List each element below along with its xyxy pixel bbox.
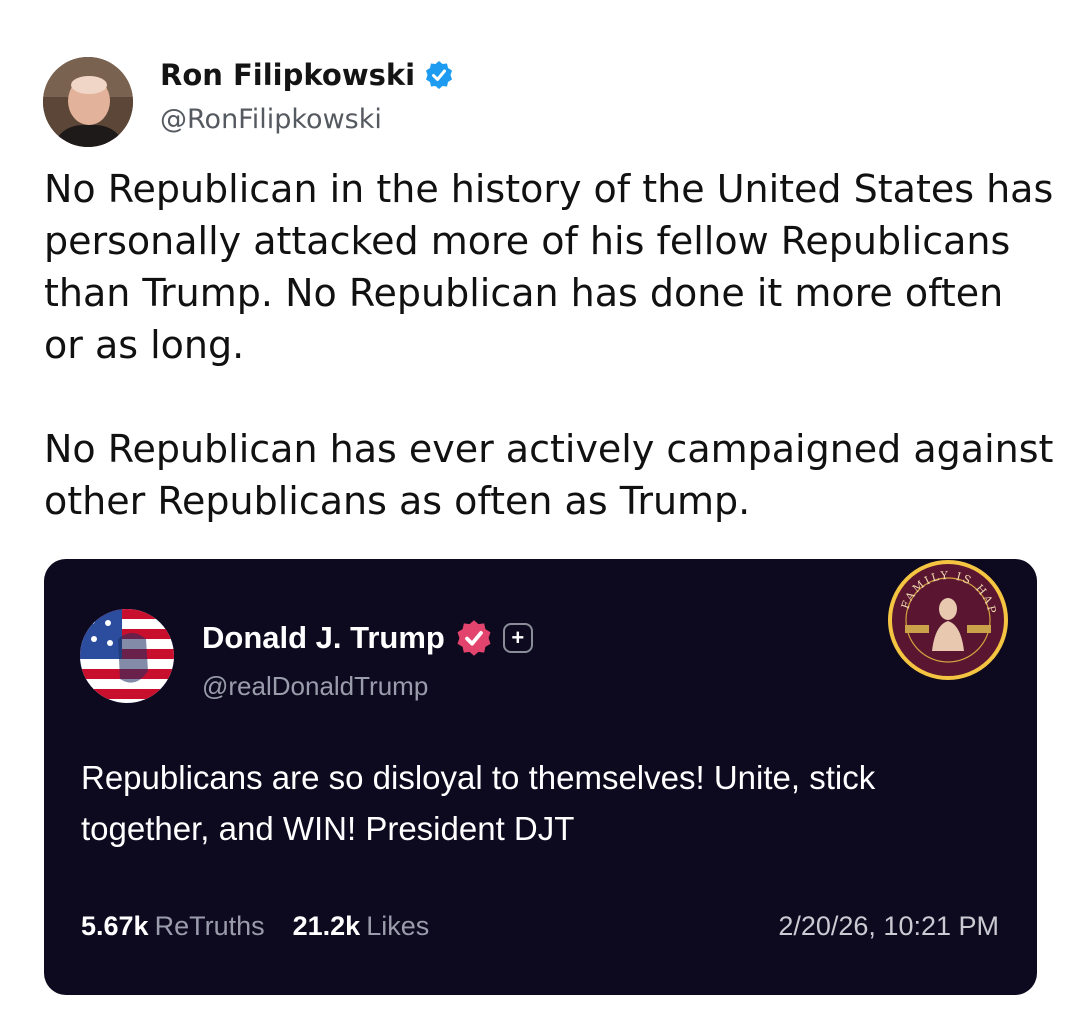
quoted-post-timestamp[interactable]: 2/20/26, 10:21 PM — [778, 911, 999, 942]
quoted-author-name-text: Donald J. Trump — [202, 620, 445, 655]
likes-stat[interactable]: 21.2k Likes — [293, 911, 430, 942]
retruths-count: 5.67k — [81, 911, 149, 941]
post-paragraph-1: No Republican in the history of the Unit… — [44, 167, 1054, 367]
retruths-stat[interactable]: 5.67k ReTruths — [81, 911, 265, 942]
verified-badge-icon — [455, 619, 493, 657]
quoted-post-stats: 5.67k ReTruths 21.2k Likes — [81, 911, 429, 942]
quoted-post-text: Republicans are so disloyal to themselve… — [81, 759, 876, 847]
likes-count: 21.2k — [292, 911, 361, 941]
likes-label: Likes — [366, 911, 430, 941]
watermark-logo: FAMILY IS HAPPY — [881, 549, 1009, 681]
author-avatar[interactable] — [43, 57, 133, 147]
quoted-author-handle[interactable]: @realDonaldTrump — [202, 671, 428, 702]
retruths-label: ReTruths — [154, 911, 265, 941]
author-name-text: Ron Filipkowski — [160, 58, 416, 92]
quoted-author-avatar[interactable] — [80, 609, 174, 703]
post-screenshot: Ron Filipkowski @RonFilipkowski No Repub… — [0, 0, 1080, 1033]
plus-badge-icon: + — [502, 623, 533, 653]
author-handle[interactable]: @RonFilipkowski — [160, 104, 382, 135]
post-text: No Republican in the history of the Unit… — [44, 163, 1054, 527]
verified-badge-icon — [424, 60, 454, 90]
author-display-name[interactable]: Ron Filipkowski — [160, 58, 454, 92]
post-paragraph-2: No Republican has ever actively campaign… — [44, 427, 1054, 523]
quoted-author-display-name[interactable]: Donald J. Trump + — [202, 619, 533, 657]
